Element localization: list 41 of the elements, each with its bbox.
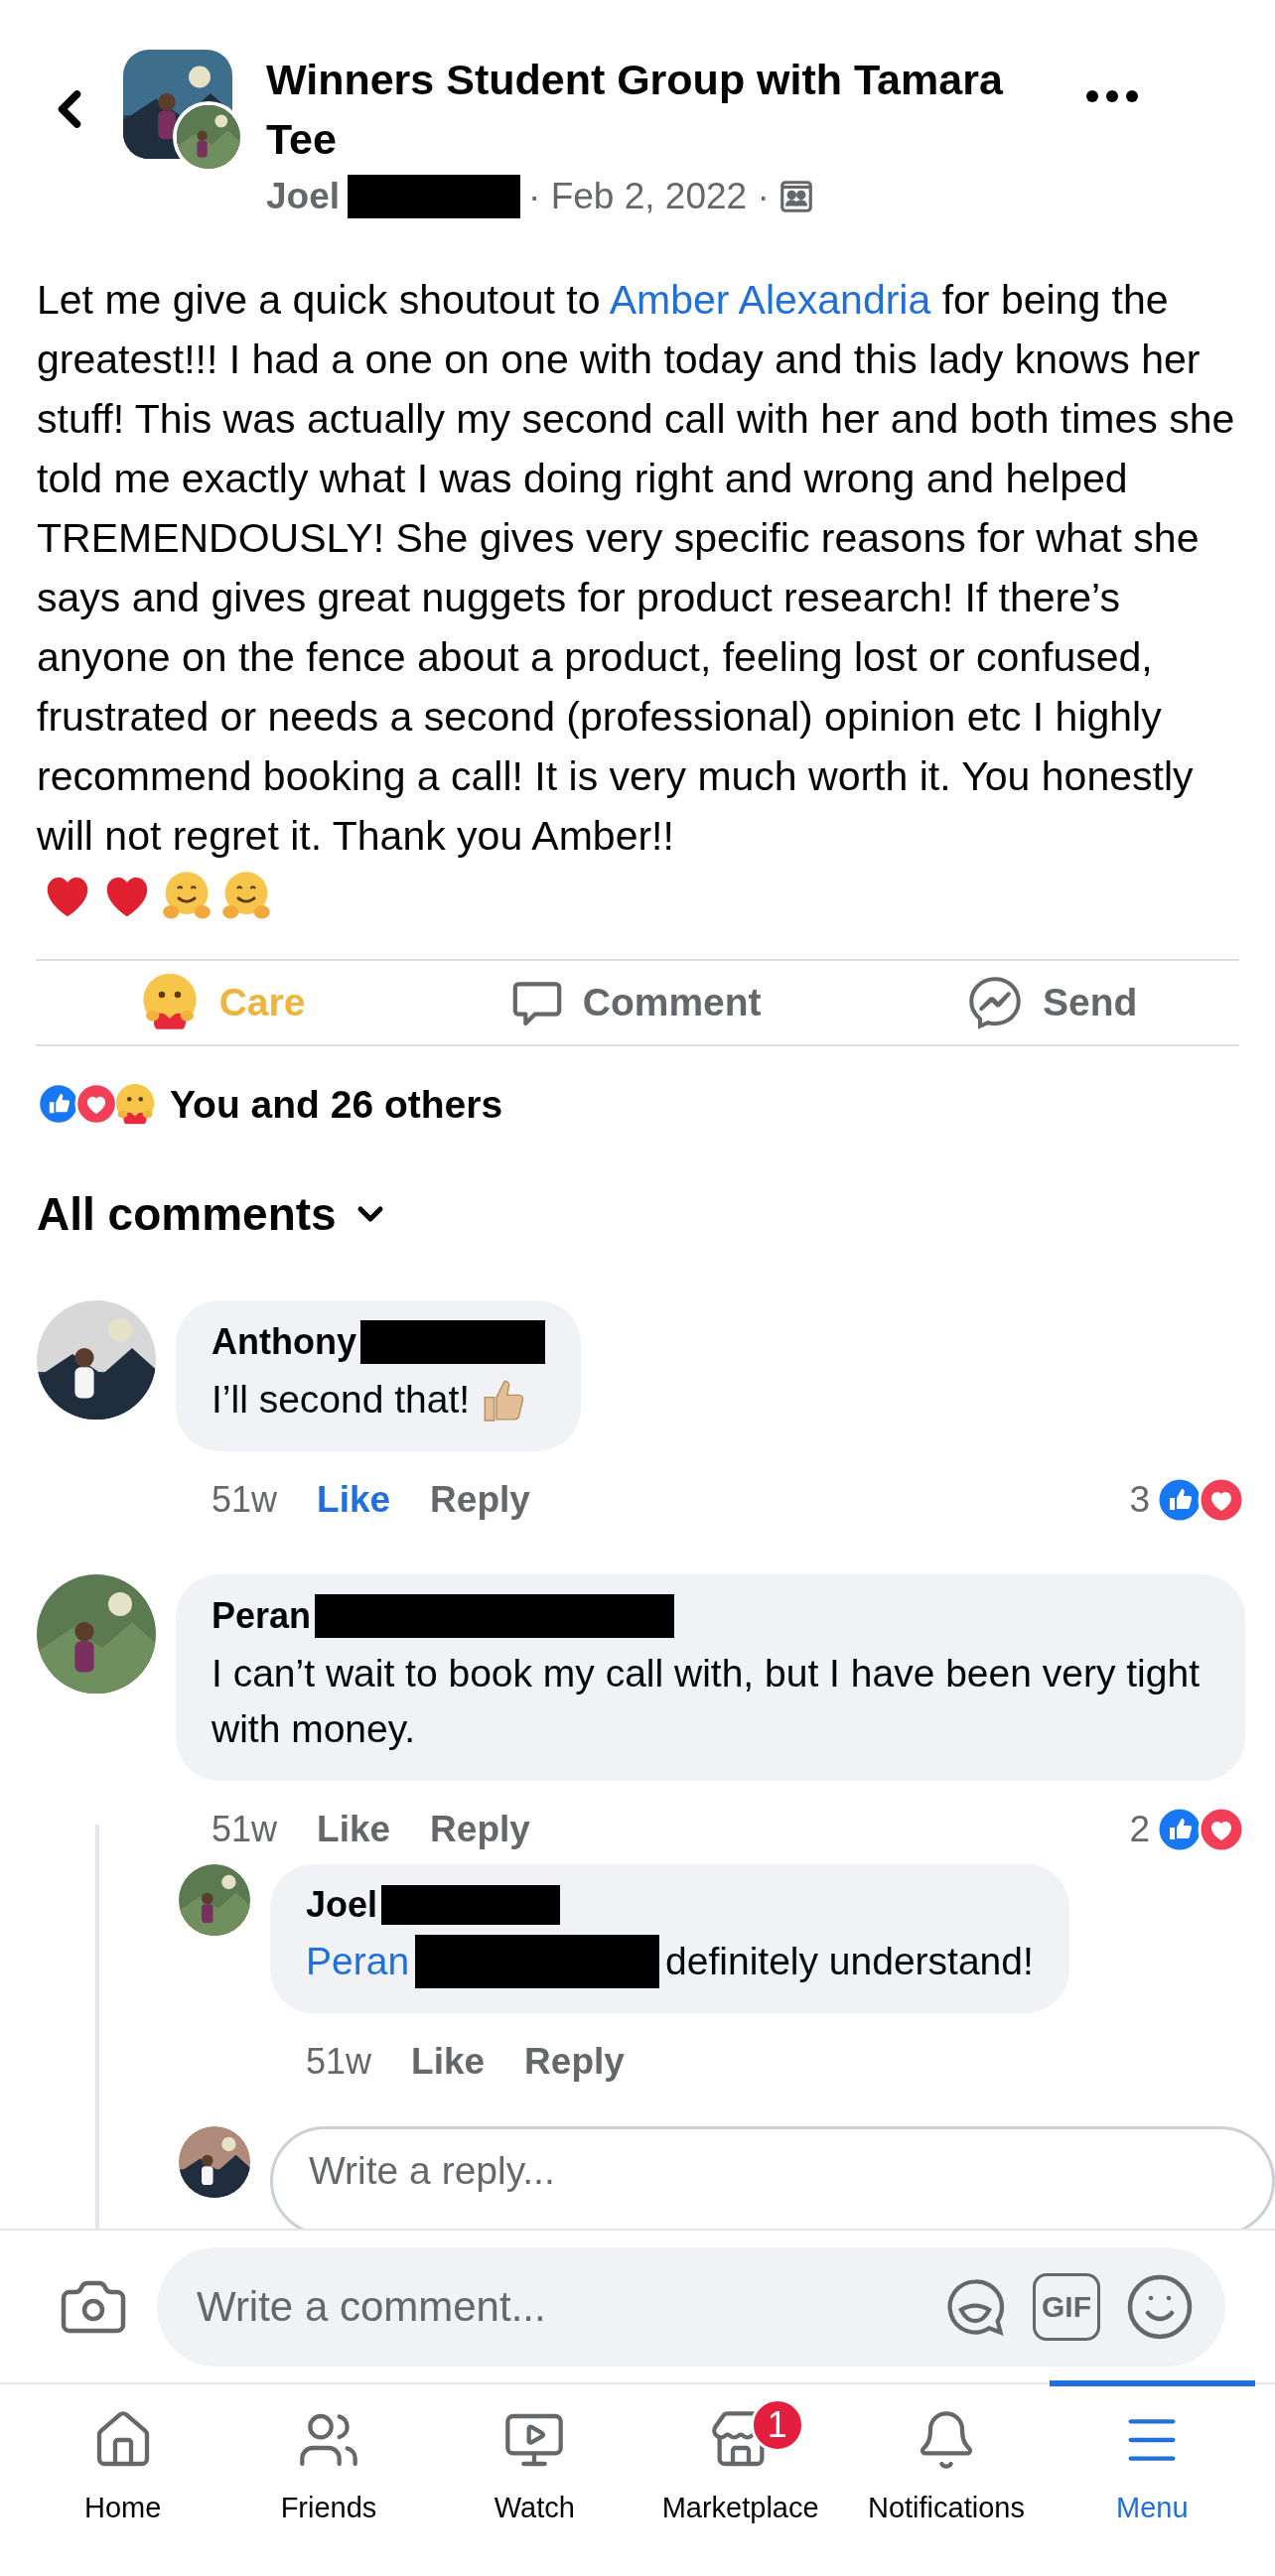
post-date: · Feb 2, 2022 · [528,175,770,218]
reply-button[interactable]: Reply [524,2041,625,2083]
love-reaction-icon [1198,1476,1245,1524]
comment-button[interactable]: Comment [489,965,781,1040]
comment-time: 51w [306,2041,372,2083]
gif-button[interactable]: GIF [1033,2272,1100,2341]
post-text: Let me give a quick shoutout to Amber Alexandria for being the greatest!!! I had a one on one with today and this lady knows her stuff! This was actually my second call with her and both times she told me exactly what I was doing right and wrong and helped TREMENDOUSLY! She gives very specific reasons for what she says and gives great nuggets for product research! If there’s anyone on the fence about a product, feeling lost or confused, frustrated or needs a second (professional) opinion etc I highly recommend booking a call! It is very much worth it. You honestly will not regret it. Thank you Amber!! [37,277,1235,859]
comment-text: I’ll second that! [212,1377,471,1423]
group-name[interactable]: Winners Student Group with Tamara Tee [266,50,1061,169]
nav-tab[interactable]: Notifications [843,2380,1050,2576]
nav-tab[interactable]: Watch [431,2380,638,2576]
send-button[interactable]: Send [944,963,1158,1042]
more-options-button[interactable] [1084,89,1140,103]
reply-button[interactable]: Reply [430,1479,530,1521]
reply-button[interactable]: Reply [430,1809,530,1850]
author-name[interactable]: Joel [266,169,341,224]
like-button[interactable]: Like [317,1809,391,1850]
commenter-name[interactable]: Anthony [212,1321,356,1363]
reaction-count: 2 [1129,1809,1150,1850]
reaction-count: 3 [1129,1479,1150,1521]
comment-time: 51w [212,1809,278,1850]
comment-text: definitely understand! [665,1939,1034,1984]
comments-sort-button[interactable]: All comments [37,1187,1238,1241]
comment-input-field[interactable]: Write a comment... GIF [157,2246,1225,2367]
comment-text: I can’t wait to book my call with, but I have been very tight with money. [212,1651,1201,1752]
love-reaction-icon [74,1082,118,1126]
love-reaction-icon [1198,1806,1245,1853]
nav-tab[interactable]: Home [20,2380,226,2576]
reactions-summary[interactable]: You and 26 others [170,1083,503,1127]
like-button[interactable]: Like [411,2041,486,2083]
mention-link[interactable]: Peran [306,1940,410,1983]
like-button[interactable]: Like [317,1479,391,1521]
reply-input-field[interactable]: Write a reply... [270,2126,1275,2229]
commenter-name[interactable]: Joel [306,1884,378,1926]
nav-tab[interactable]: Friends [225,2380,432,2576]
commenter-name[interactable]: Peran [212,1595,312,1637]
notification-badge: 1 [750,2398,804,2452]
comment-time: 51w [212,1479,278,1521]
mention-link[interactable]: Amber Alexandria [609,277,931,323]
nav-tab[interactable]: Marketplace 1 [638,2380,844,2576]
nav-tab[interactable]: Menu [1049,2380,1255,2576]
